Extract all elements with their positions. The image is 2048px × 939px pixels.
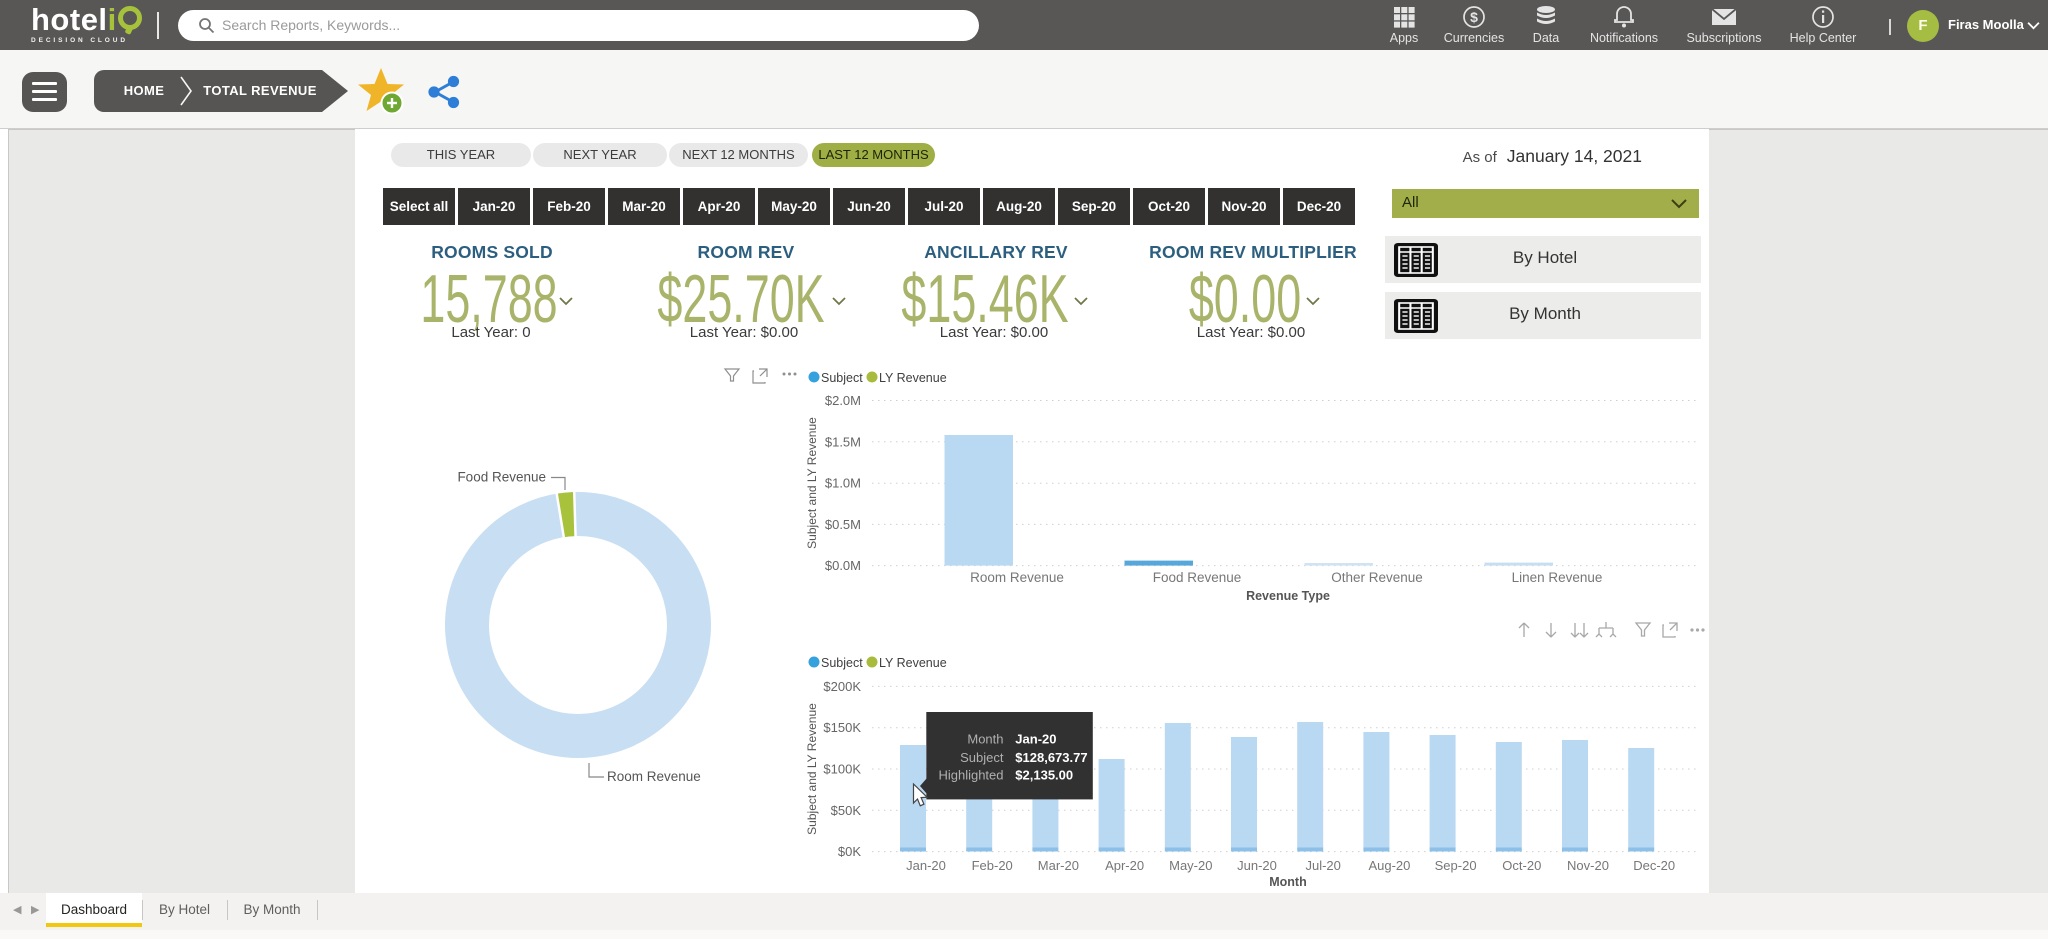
svg-text:Nov-20: Nov-20 <box>1567 858 1609 873</box>
svg-text:Food Revenue: Food Revenue <box>1153 570 1242 585</box>
svg-text:Month: Month <box>967 732 1003 747</box>
svg-text:$1.0M: $1.0M <box>825 476 861 491</box>
svg-text:Linen Revenue: Linen Revenue <box>1512 570 1603 585</box>
svg-text:$50K: $50K <box>831 803 862 818</box>
svg-text:Dec-20: Dec-20 <box>1633 858 1675 873</box>
svg-text:Jun-20: Jun-20 <box>1237 858 1277 873</box>
svg-text:Month: Month <box>1269 875 1306 889</box>
svg-text:Apr-20: Apr-20 <box>1105 858 1144 873</box>
svg-text:Jan-20: Jan-20 <box>1015 732 1056 747</box>
svg-text:$1.5M: $1.5M <box>825 434 861 449</box>
svg-text:Subject: Subject <box>960 750 1004 765</box>
svg-text:Other Revenue: Other Revenue <box>1331 570 1423 585</box>
svg-text:Jan-20: Jan-20 <box>906 858 946 873</box>
svg-text:LY Revenue: LY Revenue <box>879 656 947 670</box>
svg-text:$2,135.00: $2,135.00 <box>1015 768 1073 783</box>
svg-text:$: $ <box>1470 9 1478 25</box>
svg-text:Subject: Subject <box>821 371 863 385</box>
svg-text:$2.0M: $2.0M <box>825 393 861 408</box>
svg-text:Feb-20: Feb-20 <box>972 858 1013 873</box>
svg-text:Room Revenue: Room Revenue <box>607 769 701 784</box>
svg-text:$0.5M: $0.5M <box>825 517 861 532</box>
svg-text:May-20: May-20 <box>1169 858 1212 873</box>
svg-text:Highlighted: Highlighted <box>938 768 1003 783</box>
svg-text:Room Revenue: Room Revenue <box>970 570 1064 585</box>
svg-text:$150K: $150K <box>823 720 861 735</box>
svg-text:$0K: $0K <box>838 844 861 859</box>
svg-text:Subject and LY Revenue: Subject and LY Revenue <box>805 417 819 549</box>
svg-text:Jul-20: Jul-20 <box>1305 858 1340 873</box>
svg-text:$0.0M: $0.0M <box>825 558 861 573</box>
svg-text:$128,673.77: $128,673.77 <box>1015 750 1087 765</box>
svg-text:Food Revenue: Food Revenue <box>457 470 546 485</box>
svg-text:Revenue Type: Revenue Type <box>1246 589 1330 603</box>
svg-text:Sep-20: Sep-20 <box>1435 858 1477 873</box>
svg-text:Subject: Subject <box>821 656 863 670</box>
svg-text:$100K: $100K <box>823 762 861 777</box>
svg-text:$200K: $200K <box>823 679 861 694</box>
svg-text:Mar-20: Mar-20 <box>1038 858 1079 873</box>
svg-text:Subject and LY Revenue: Subject and LY Revenue <box>805 703 819 835</box>
svg-text:Oct-20: Oct-20 <box>1502 858 1541 873</box>
svg-text:LY Revenue: LY Revenue <box>879 371 947 385</box>
svg-text:Aug-20: Aug-20 <box>1368 858 1410 873</box>
